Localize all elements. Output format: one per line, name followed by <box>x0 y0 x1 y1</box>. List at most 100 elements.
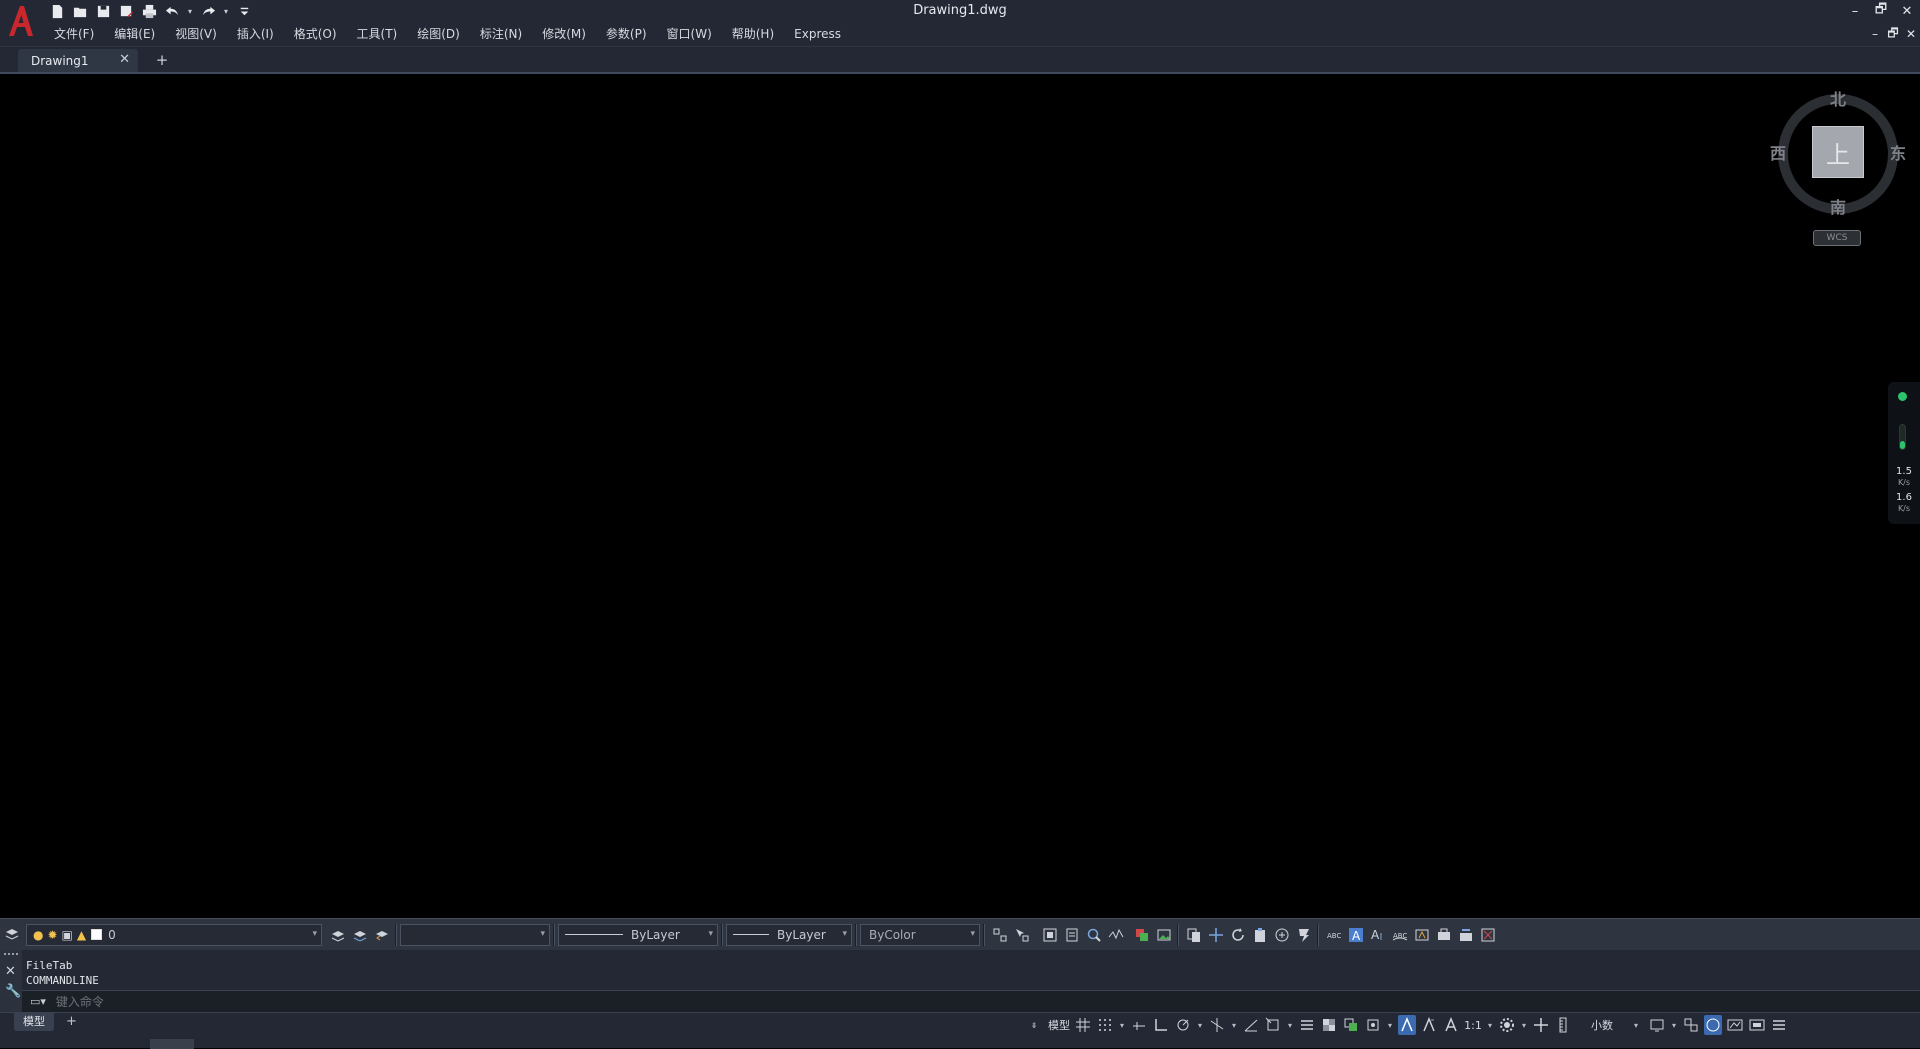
grip-icon[interactable] <box>4 953 18 959</box>
drawing-canvas[interactable] <box>0 74 1920 918</box>
tab-close-icon[interactable]: ✕ <box>119 52 130 67</box>
menu-file[interactable]: 文件(F) <box>44 24 104 44</box>
clean-screen-icon[interactable] <box>1726 1015 1744 1035</box>
paste-icon[interactable] <box>1250 925 1270 945</box>
make-current-layer-icon[interactable] <box>328 925 348 945</box>
annotation-scale-icon[interactable] <box>1442 1015 1460 1035</box>
3d-osnap-icon[interactable] <box>1364 1015 1382 1035</box>
model-space-button[interactable]: 模型 <box>1048 1015 1070 1035</box>
text-fit-icon[interactable] <box>1412 925 1432 945</box>
menu-tools[interactable]: 工具(T) <box>347 24 408 44</box>
crosshair-icon[interactable] <box>1532 1015 1550 1035</box>
attribute-icon[interactable] <box>1062 925 1082 945</box>
text-style-icon[interactable]: A <box>1346 925 1366 945</box>
network-monitor[interactable]: 1.5 K/s 1.6 K/s <box>1888 382 1920 524</box>
measure-icon[interactable] <box>1106 925 1126 945</box>
chevron-down-icon[interactable]: ▾ <box>1632 1015 1640 1035</box>
linetype-dropdown[interactable]: ByLayer ▾ <box>558 923 718 946</box>
customize-wrench-icon[interactable]: 🔧 <box>5 984 21 999</box>
menu-modify[interactable]: 修改(M) <box>532 24 596 44</box>
command-input[interactable] <box>55 994 656 1009</box>
save-as-icon[interactable] <box>117 2 135 20</box>
redo-icon[interactable] <box>199 2 217 20</box>
chevron-down-icon[interactable]: ▾ <box>1486 1015 1494 1035</box>
chevron-down-icon[interactable]: ▾ <box>1286 1015 1294 1035</box>
menu-express[interactable]: Express <box>784 24 851 44</box>
grid-icon[interactable] <box>1074 1015 1092 1035</box>
arc-text-icon[interactable]: ABC <box>1390 925 1410 945</box>
menu-help[interactable]: 帮助(H) <box>722 24 784 44</box>
spellcheck-icon[interactable]: ABC <box>1324 925 1344 945</box>
previous-layer-icon[interactable] <box>372 925 392 945</box>
chevron-down-icon[interactable]: ▾ <box>1670 1015 1678 1035</box>
new-tab-button[interactable]: + <box>153 51 171 69</box>
menu-view[interactable]: 视图(V) <box>165 24 227 44</box>
lineweight-dropdown[interactable]: ByLayer ▾ <box>726 923 852 946</box>
menu-insert[interactable]: 插入(I) <box>227 24 284 44</box>
text-height-icon[interactable]: A <box>1368 925 1388 945</box>
object-snap-icon[interactable] <box>1264 1015 1282 1035</box>
app-logo-icon[interactable] <box>6 2 36 40</box>
doc-close-button[interactable]: ✕ <box>1902 24 1920 44</box>
scale-value[interactable]: 1:1 <box>1464 1015 1482 1035</box>
menu-draw[interactable]: 绘图(D) <box>407 24 470 44</box>
move-icon[interactable] <box>1206 925 1226 945</box>
undo-dropdown-icon[interactable]: ▾ <box>186 7 194 16</box>
command-prompt-icon[interactable]: ▭▾ <box>30 995 46 1008</box>
tab-model[interactable]: 模型 <box>14 1013 54 1031</box>
customize-qat-icon[interactable] <box>235 2 253 20</box>
units-dropdown[interactable]: 小数 <box>1576 1015 1628 1035</box>
restore-button[interactable]: 🗗 <box>1868 0 1894 22</box>
viewcube-south[interactable]: 南 <box>1830 194 1846 218</box>
group-icon[interactable] <box>1132 925 1152 945</box>
minimize-button[interactable]: – <box>1842 0 1868 22</box>
fullscreen-icon[interactable] <box>1748 1015 1766 1035</box>
undo-icon[interactable] <box>163 2 181 20</box>
annotation-autoscale-icon[interactable] <box>1420 1015 1438 1035</box>
infer-constraints-icon[interactable] <box>1130 1015 1148 1035</box>
chevron-down-icon[interactable]: ▾ <box>1230 1015 1238 1035</box>
add-layout-button[interactable]: + <box>66 1013 77 1031</box>
units-icon[interactable] <box>1554 1015 1572 1035</box>
text-align-icon[interactable] <box>1456 925 1476 945</box>
viewcube[interactable]: 上 北 南 东 西 WCS <box>1768 84 1908 254</box>
scale-icon[interactable] <box>1272 925 1292 945</box>
select-similar-icon[interactable] <box>1012 925 1032 945</box>
object-snap-tracking-icon[interactable] <box>1242 1015 1260 1035</box>
doc-minimize-button[interactable]: – <box>1866 24 1884 44</box>
image-icon[interactable] <box>1154 925 1174 945</box>
matchprop-icon[interactable] <box>1294 925 1314 945</box>
text-mask-icon[interactable] <box>1434 925 1454 945</box>
menu-parametric[interactable]: 参数(P) <box>596 24 657 44</box>
status-toggle-icon[interactable]: ⇟ <box>1030 1015 1038 1035</box>
polar-tracking-icon[interactable] <box>1174 1015 1192 1035</box>
match-layer-icon[interactable] <box>350 925 370 945</box>
save-icon[interactable] <box>94 2 112 20</box>
snap-icon[interactable] <box>1096 1015 1114 1035</box>
quick-select-icon[interactable] <box>990 925 1010 945</box>
close-command-line-icon[interactable]: ✕ <box>5 964 16 979</box>
transparency-icon[interactable] <box>1320 1015 1338 1035</box>
lineweight-icon[interactable] <box>1298 1015 1316 1035</box>
selection-cycling-icon[interactable] <box>1342 1015 1360 1035</box>
viewcube-north[interactable]: 北 <box>1830 86 1846 110</box>
customization-menu-icon[interactable] <box>1770 1015 1788 1035</box>
print-icon[interactable] <box>140 2 158 20</box>
ortho-icon[interactable] <box>1152 1015 1170 1035</box>
hardware-acceleration-icon[interactable] <box>1704 1015 1722 1035</box>
tab-drawing1[interactable]: Drawing1 ✕ <box>18 49 138 72</box>
isodraft-icon[interactable] <box>1208 1015 1226 1035</box>
isolate-objects-icon[interactable] <box>1682 1015 1700 1035</box>
close-button[interactable]: ✕ <box>1894 0 1920 22</box>
command-line-handle[interactable]: ✕ 🔧 <box>0 950 22 1012</box>
new-file-icon[interactable] <box>48 2 66 20</box>
redo-dropdown-icon[interactable]: ▾ <box>222 7 230 16</box>
plotstyle-dropdown[interactable]: ByColor ▾ <box>860 923 980 946</box>
rotate-icon[interactable] <box>1228 925 1248 945</box>
menu-window[interactable]: 窗口(W) <box>657 24 722 44</box>
zoom-icon[interactable] <box>1084 925 1104 945</box>
layer-state-dropdown[interactable]: ▾ <box>400 923 550 946</box>
copy-clip-icon[interactable] <box>1184 925 1204 945</box>
chevron-down-icon[interactable]: ▾ <box>1520 1015 1528 1035</box>
annotation-visibility-icon[interactable] <box>1398 1015 1416 1035</box>
